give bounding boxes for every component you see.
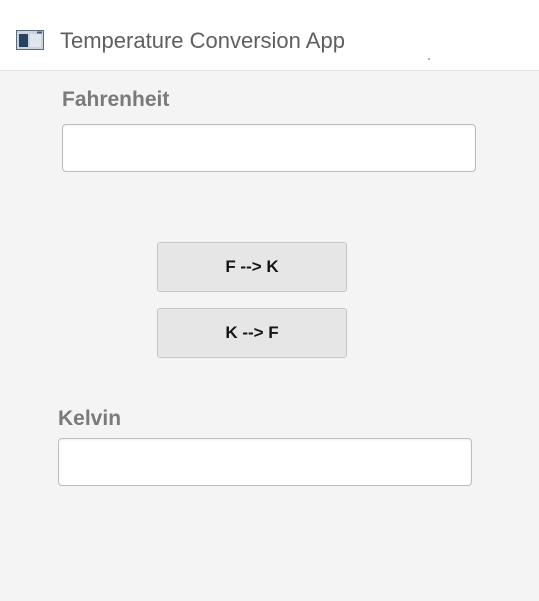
kelvin-input[interactable] xyxy=(58,438,472,486)
app-window-icon xyxy=(16,30,44,50)
f-to-k-button[interactable]: F --> K xyxy=(157,242,347,292)
title-bar-dot xyxy=(428,58,430,60)
fahrenheit-label: Fahrenheit xyxy=(62,88,170,111)
window-title: Temperature Conversion App xyxy=(60,28,345,53)
f-to-k-button-label: F --> K xyxy=(225,257,279,276)
kelvin-label: Kelvin xyxy=(58,407,122,430)
k-to-f-button[interactable]: K --> F xyxy=(157,308,347,358)
k-to-f-button-label: K --> F xyxy=(225,323,279,342)
fahrenheit-input[interactable] xyxy=(62,124,476,172)
title-bar: Temperature Conversion App xyxy=(0,0,539,71)
